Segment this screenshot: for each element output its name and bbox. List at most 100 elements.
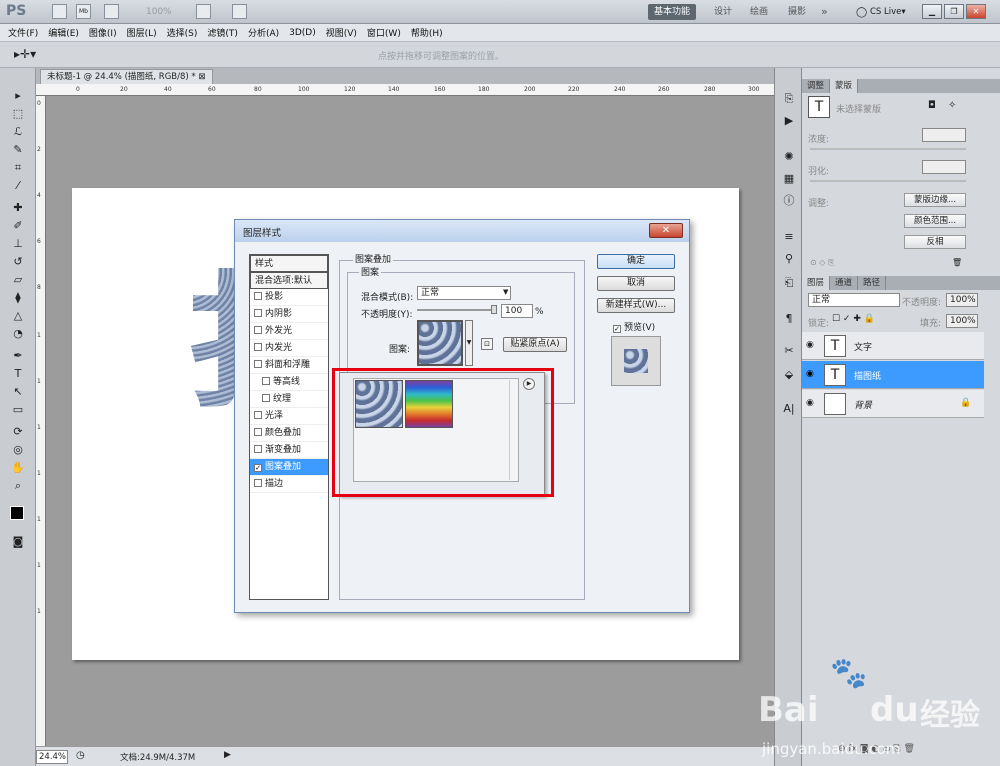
new-style-button[interactable]: 新建样式(W)...: [597, 298, 675, 313]
mask-delete-icon[interactable]: 🗑: [952, 258, 962, 267]
close-window-button[interactable]: ✕: [966, 4, 986, 19]
invert-button[interactable]: 反相: [904, 235, 966, 249]
tab-masks[interactable]: 蒙版: [830, 79, 859, 93]
style-item-contour[interactable]: 等高线: [250, 374, 328, 391]
screen-mode-icon[interactable]: [232, 4, 247, 19]
menu-image[interactable]: 图像(I): [89, 26, 117, 39]
dialog-close-button[interactable]: ✕: [649, 223, 683, 238]
mini-bridge-icon[interactable]: Mb: [76, 4, 91, 19]
ok-button[interactable]: 确定: [597, 254, 675, 269]
menu-edit[interactable]: 编辑(E): [48, 26, 79, 39]
crop-tool-icon[interactable]: ⌗: [8, 160, 28, 176]
style-item-satin[interactable]: 光泽: [250, 408, 328, 425]
styles-panel-icon[interactable]: ⬙: [781, 368, 797, 382]
restore-button[interactable]: ❐: [944, 4, 964, 19]
arrange-documents-icon[interactable]: [196, 4, 211, 19]
healing-brush-tool-icon[interactable]: ✚: [8, 200, 28, 216]
bridge-icon[interactable]: [52, 4, 67, 19]
status-menu-arrow-icon[interactable]: ▶: [224, 750, 231, 760]
blur-tool-icon[interactable]: △: [8, 308, 28, 324]
workspace-essentials[interactable]: 基本功能: [648, 4, 697, 20]
workspace-design[interactable]: 设计: [708, 4, 738, 20]
menu-3d[interactable]: 3D(D): [289, 28, 316, 38]
workspace-more[interactable]: »: [815, 4, 834, 20]
style-item-color-overlay[interactable]: 颜色叠加: [250, 425, 328, 442]
minimize-button[interactable]: ▁: [922, 4, 942, 19]
opacity-slider-thumb[interactable]: [491, 305, 497, 314]
style-checkbox[interactable]: [254, 479, 262, 487]
workspace-painting[interactable]: 绘画: [744, 4, 774, 20]
style-checkbox[interactable]: [254, 292, 262, 300]
eraser-tool-icon[interactable]: ▱: [8, 272, 28, 288]
cs-live-menu[interactable]: CS Live▾: [870, 7, 906, 17]
paint-bucket-tool-icon[interactable]: ⧫: [8, 290, 28, 306]
density-field[interactable]: [922, 128, 966, 142]
type-panel-icon[interactable]: A|: [781, 402, 797, 416]
stamp-tool-icon[interactable]: ⊥: [8, 236, 28, 252]
lock-icons[interactable]: ☐ ✓ ✚ 🔒: [832, 314, 875, 324]
mask-edge-button[interactable]: 蒙版边缘...: [904, 193, 966, 207]
style-item-stroke[interactable]: 描边: [250, 476, 328, 493]
marquee-tool-icon[interactable]: ⬚: [8, 106, 28, 122]
move-tool-icon[interactable]: ▸: [8, 88, 28, 104]
style-checkbox[interactable]: [254, 326, 262, 334]
style-checkbox-checked[interactable]: ✓: [254, 464, 262, 472]
info-panel-icon[interactable]: ⓘ: [781, 194, 797, 208]
view-extras-icon[interactable]: [104, 4, 119, 19]
lasso-tool-icon[interactable]: ℒ: [8, 124, 28, 140]
dodge-tool-icon[interactable]: ◔: [8, 326, 28, 342]
color-panel-icon[interactable]: ✺: [781, 150, 797, 164]
style-item-pattern-overlay[interactable]: ✓ 图案叠加: [250, 459, 328, 476]
status-info-icon[interactable]: ◷: [76, 750, 85, 761]
chevron-down-icon[interactable]: ▼: [503, 288, 508, 296]
styles-header[interactable]: 样式: [250, 255, 328, 272]
opacity-field[interactable]: 100: [501, 304, 533, 318]
style-item-drop-shadow[interactable]: 投影: [250, 289, 328, 306]
layer-row-background[interactable]: ◉ 背景 🔒: [802, 390, 984, 418]
tool-presets-panel-icon[interactable]: ⎗: [781, 276, 797, 290]
hand-tool-icon[interactable]: ✋: [8, 460, 28, 476]
layer-row-tracing-paper[interactable]: ◉ T 描图纸: [802, 361, 984, 389]
tab-channels[interactable]: 通道: [830, 276, 859, 290]
layer-row-text[interactable]: ◉ T 文字: [802, 332, 984, 360]
style-checkbox[interactable]: [254, 428, 262, 436]
tab-paths[interactable]: 路径: [858, 276, 887, 290]
menu-window[interactable]: 窗口(W): [367, 26, 401, 39]
style-checkbox[interactable]: [254, 411, 262, 419]
style-checkbox[interactable]: [262, 377, 270, 385]
brush-panel-icon[interactable]: ≡: [781, 230, 797, 244]
move-tool-preset-icon[interactable]: ▸✛▾: [14, 47, 36, 61]
zoom-field[interactable]: 24.4%: [36, 750, 68, 764]
style-item-inner-shadow[interactable]: 内阴影: [250, 306, 328, 323]
quick-select-tool-icon[interactable]: ✎: [8, 142, 28, 158]
color-range-button[interactable]: 颜色范围...: [904, 214, 966, 228]
menu-layer[interactable]: 图层(L): [127, 26, 157, 39]
eyedropper-tool-icon[interactable]: ⁄: [8, 178, 28, 194]
layer-blend-mode-select[interactable]: 正常: [808, 293, 900, 307]
swatches-panel-icon[interactable]: ▦: [781, 172, 797, 186]
menu-analysis[interactable]: 分析(A): [248, 26, 279, 39]
cancel-button[interactable]: 取消: [597, 276, 675, 291]
mask-footer-icons[interactable]: ⊙ ◇ ⎘: [810, 258, 834, 268]
menu-select[interactable]: 选择(S): [167, 26, 198, 39]
layer-opacity-field[interactable]: 100%: [946, 293, 978, 307]
style-item-texture[interactable]: 纹理: [250, 391, 328, 408]
layer-fill-field[interactable]: 100%: [946, 314, 978, 328]
style-checkbox[interactable]: [254, 309, 262, 317]
3d-orbit-tool-icon[interactable]: ◎: [8, 442, 28, 458]
zoom-level-menu[interactable]: 100%: [146, 7, 172, 17]
pattern-picker-swatch[interactable]: [417, 320, 463, 366]
menu-file[interactable]: 文件(F): [8, 26, 38, 39]
style-checkbox[interactable]: [254, 360, 262, 368]
type-tool-icon[interactable]: T: [8, 366, 28, 382]
pen-tool-icon[interactable]: ✒: [8, 348, 28, 364]
paragraph-panel-icon[interactable]: ¶: [781, 312, 797, 326]
foreground-color-swatch[interactable]: [10, 506, 24, 520]
3d-rotate-tool-icon[interactable]: ⟳: [8, 424, 28, 440]
clone-source-panel-icon[interactable]: ⚲: [781, 252, 797, 266]
blending-options-item[interactable]: 混合选项:默认: [250, 272, 328, 289]
actions-panel-icon[interactable]: ▶: [781, 114, 797, 128]
quick-mask-icon[interactable]: ◙: [8, 534, 28, 550]
menu-view[interactable]: 视图(V): [326, 26, 357, 39]
feather-slider[interactable]: [810, 180, 966, 182]
